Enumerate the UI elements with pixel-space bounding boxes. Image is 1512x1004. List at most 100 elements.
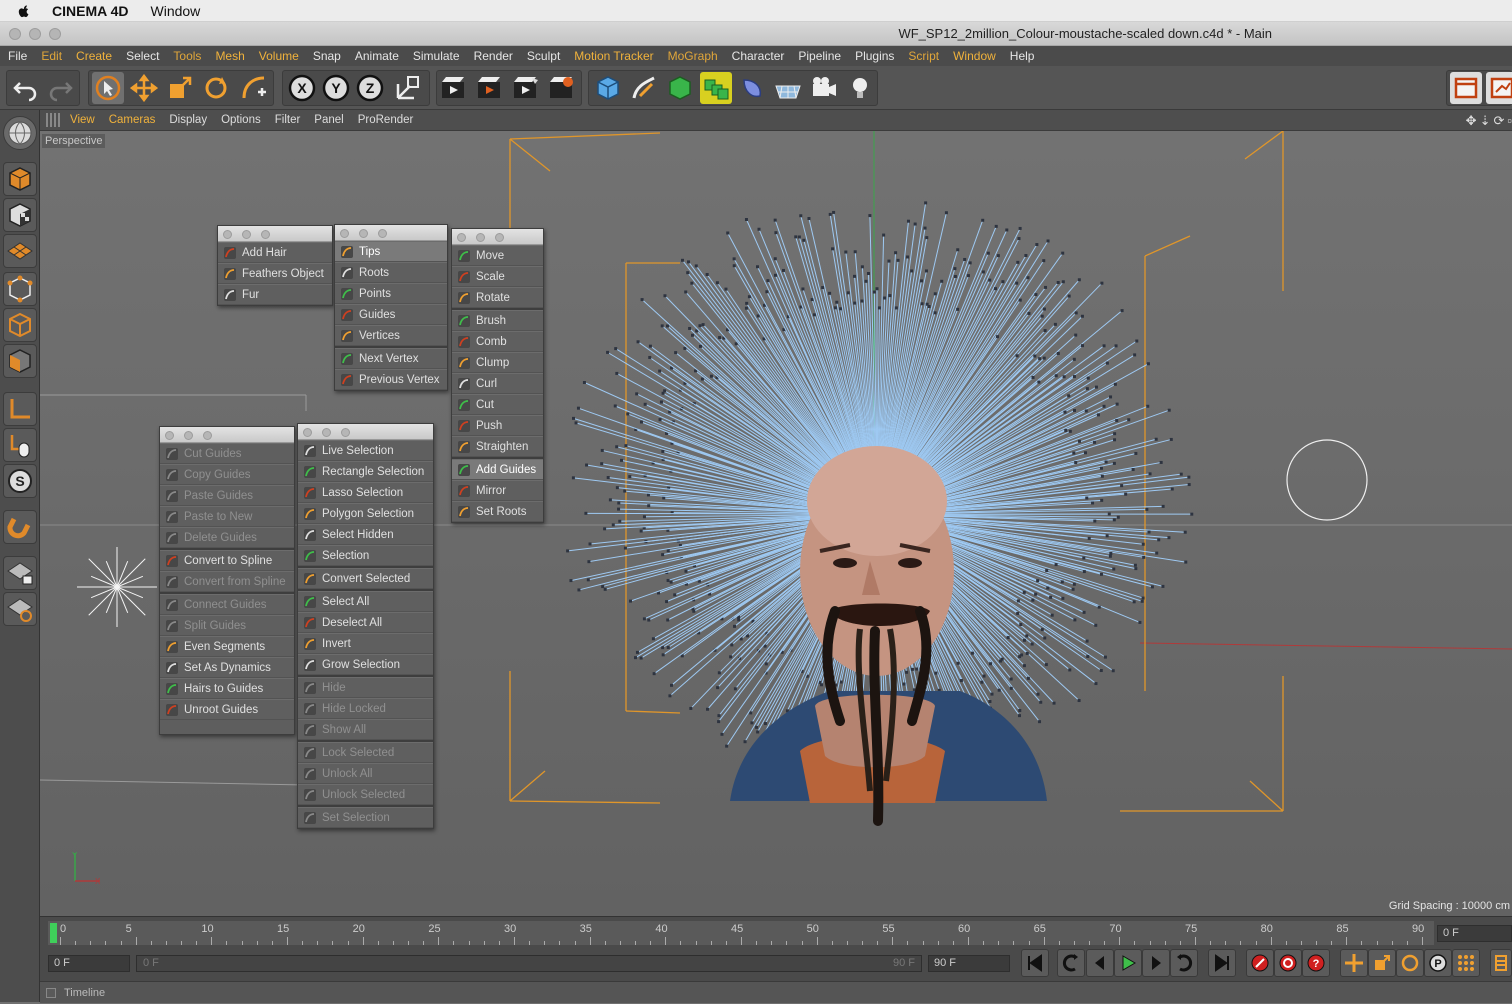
light-icon[interactable] [844,72,876,104]
palette-item-rotate[interactable]: Rotate [452,287,543,308]
undo-icon[interactable] [10,72,42,104]
palette-item-lasso-selection[interactable]: Lasso Selection [298,482,433,503]
palette-item-move[interactable]: Move [452,245,543,266]
grip-icon[interactable] [46,113,60,127]
palette-item-convert-selected[interactable]: Convert Selected [298,568,433,589]
palette-item-tips[interactable]: Tips [335,241,447,262]
select-tool-icon[interactable] [92,72,124,104]
workplane-icon[interactable] [3,234,37,268]
palette-item-set-roots[interactable]: Set Roots [452,501,543,522]
palette-item-lock-selected[interactable]: Lock Selected [298,742,433,763]
palette-item-hairs-to-guides[interactable]: Hairs to Guides [160,678,294,699]
model-mode-icon[interactable] [3,162,37,196]
record-active-objects-button[interactable] [1246,949,1274,977]
camera-icon[interactable] [808,72,840,104]
palette-item-fur[interactable]: Fur [218,284,332,305]
view-menu-filter[interactable]: Filter [275,114,301,126]
menu-edit[interactable]: Edit [41,49,62,63]
lock-workplane-icon[interactable] [3,556,37,590]
palette-item-clump[interactable]: Clump [452,352,543,373]
menu-animate[interactable]: Animate [355,49,399,63]
zoom-button[interactable] [49,28,61,40]
render-picture-viewer-icon[interactable] [474,72,506,104]
menu-sculpt[interactable]: Sculpt [527,49,560,63]
palette-item-convert-from-spline[interactable]: Convert from Spline [160,571,294,592]
pan-view-icon[interactable]: ✥ [1466,113,1477,129]
point-level-key-button[interactable] [1452,949,1480,977]
rotate-view-icon[interactable]: ⟳ [1493,113,1504,129]
pen-spline-icon[interactable] [628,72,660,104]
view-menu-prorender[interactable]: ProRender [358,114,414,126]
minimize-button[interactable] [29,28,41,40]
coordinate-system-icon[interactable] [392,72,424,104]
render-queue-icon[interactable] [510,72,542,104]
menu-select[interactable]: Select [126,49,159,63]
menu-character[interactable]: Character [732,49,785,63]
palette-item-selection[interactable]: Selection [298,545,433,566]
keyframe-selection-button[interactable]: ? [1302,949,1330,977]
dolly-view-icon[interactable]: ⇣ [1480,113,1491,129]
palette-item-grow-selection[interactable]: Grow Selection [298,654,433,675]
palette-item-copy-guides[interactable]: Copy Guides [160,464,294,485]
menu-simulate[interactable]: Simulate [413,49,460,63]
palette-item-next-vertex[interactable]: Next Vertex [335,348,447,369]
spline-pen-icon[interactable] [238,72,270,104]
enable-axis-icon[interactable] [3,392,37,426]
palette-item-roots[interactable]: Roots [335,262,447,283]
palette-item-guides[interactable]: Guides [335,304,447,325]
current-frame-field[interactable]: 0 F [1437,925,1512,942]
palette-item-rectangle-selection[interactable]: Rectangle Selection [298,461,433,482]
toggle-view-icon[interactable]: ▫ [1507,113,1512,129]
cube-object-icon[interactable] [592,72,624,104]
range-slider[interactable]: 0 F 90 F [136,955,922,972]
rotation-key-button[interactable] [1396,949,1424,977]
edges-mode-icon[interactable] [3,308,37,342]
menu-snap[interactable]: Snap [313,49,341,63]
timeline-ruler[interactable]: 051015202530354045505560657075808590 [48,921,1434,945]
polygons-mode-icon[interactable] [3,344,37,378]
start-frame-field[interactable]: 0 F [48,955,130,972]
autokeying-button[interactable] [1274,949,1302,977]
tweak-mode-icon[interactable] [3,428,37,462]
palette-titlebar[interactable] [218,226,332,242]
palette-item-points[interactable]: Points [335,283,447,304]
palette-item-unroot-guides[interactable]: Unroot Guides [160,699,294,720]
parameter-key-button[interactable]: P [1424,949,1452,977]
palette-item-add-hair[interactable]: Add Hair [218,242,332,263]
snap-icon[interactable]: S [3,464,37,498]
menu-motion-tracker[interactable]: Motion Tracker [574,49,653,63]
playhead[interactable] [50,923,57,943]
palette-item-unlock-selected[interactable]: Unlock Selected [298,784,433,805]
next-frame-button[interactable] [1142,949,1170,977]
palette-item-select-hidden[interactable]: Select Hidden [298,524,433,545]
floor-icon[interactable] [772,72,804,104]
perspective-viewport[interactable]: Y X Perspective Add HairFeathers ObjectF… [40,131,1512,916]
menu-render[interactable]: Render [474,49,513,63]
x-axis-lock-button[interactable]: X [286,72,318,104]
palette-item-cut[interactable]: Cut [452,394,543,415]
app-menu[interactable]: CINEMA 4D [52,3,129,19]
palette-item-vertices[interactable]: Vertices [335,325,447,346]
mac-menu-window[interactable]: Window [151,3,201,19]
menu-volume[interactable]: Volume [259,49,299,63]
palette-item-paste-guides[interactable]: Paste Guides [160,485,294,506]
view-menu-view[interactable]: View [70,114,95,126]
layout-icon[interactable] [1450,72,1482,104]
palette-item-set-selection[interactable]: Set Selection [298,807,433,828]
view-menu-cameras[interactable]: Cameras [109,114,156,126]
palette-item-connect-guides[interactable]: Connect Guides [160,594,294,615]
palette-item-set-as-dynamics[interactable]: Set As Dynamics [160,657,294,678]
view-menu-display[interactable]: Display [169,114,207,126]
planar-workplane-icon[interactable] [3,592,37,626]
points-mode-icon[interactable] [3,272,37,306]
palette-item-hide-locked[interactable]: Hide Locked [298,698,433,719]
go-to-start-button[interactable] [1021,949,1049,977]
make-editable-icon[interactable] [3,116,37,150]
menu-mograph[interactable]: MoGraph [668,49,718,63]
next-key-button[interactable] [1170,949,1198,977]
palette-titlebar[interactable] [452,229,543,245]
deformer-icon[interactable] [736,72,768,104]
array-icon[interactable] [700,72,732,104]
palette-item-even-segments[interactable]: Even Segments [160,636,294,657]
palette-item-mirror[interactable]: Mirror [452,480,543,501]
